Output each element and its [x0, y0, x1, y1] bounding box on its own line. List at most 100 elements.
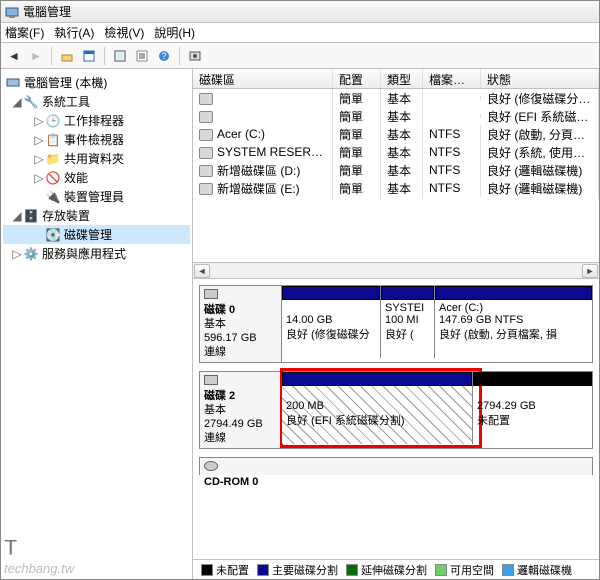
part-name: Acer (C:) [439, 302, 483, 314]
legend-label: 延伸磁碟分割 [361, 562, 427, 578]
expander-icon[interactable]: ▷ [33, 152, 45, 166]
disk-title: 磁碟 2 [204, 389, 277, 403]
legend-extended: 延伸磁碟分割 [346, 562, 427, 578]
menu-help[interactable]: 說明(H) [154, 24, 195, 41]
volume-rows: 簡單基本良好 (修復磁碟分割)簡單基本良好 (EFI 系統磁碟分割)Acer (… [193, 89, 599, 262]
nav-tree[interactable]: 電腦管理 (本機) ◢ 🔧 系統工具 ▷🕒工作排程器 ▷📋事件檢視器 ▷📁共用資… [1, 69, 193, 579]
settings-button[interactable] [186, 47, 204, 65]
column-headers: 磁碟區 配置 類型 檔案系統 狀態 [193, 69, 599, 89]
part-status: 良好 (修復磁碟分 [286, 329, 370, 341]
expander-icon[interactable]: ▷ [11, 247, 23, 261]
event-icon: 📋 [45, 132, 61, 148]
scroll-track[interactable] [211, 264, 581, 278]
scroll-left-button[interactable]: ◄ [194, 264, 210, 278]
back-button[interactable]: ◄ [5, 47, 23, 65]
part-size: 14.00 GB [286, 314, 332, 326]
tree-label: 工作排程器 [64, 112, 124, 129]
tree-task-scheduler[interactable]: ▷🕒工作排程器 [3, 111, 190, 130]
legend-unallocated: 未配置 [201, 562, 249, 578]
list-button[interactable] [133, 47, 151, 65]
legend-primary: 主要磁碟分割 [257, 562, 338, 578]
tree-label: 服務與應用程式 [42, 245, 126, 262]
tree-event-viewer[interactable]: ▷📋事件檢視器 [3, 130, 190, 149]
swatch-icon [502, 564, 514, 576]
menu-view[interactable]: 檢視(V) [104, 24, 144, 41]
clock-icon: 🕒 [45, 113, 61, 129]
legend-free: 可用空間 [435, 562, 494, 578]
disk2-part-unalloc[interactable]: 2794.29 GB 未配置 [472, 372, 592, 444]
tree-label: 磁碟管理 [64, 226, 112, 243]
titlebar[interactable]: 電腦管理 [1, 1, 599, 23]
tree-shared-folders[interactable]: ▷📁共用資料夾 [3, 149, 190, 168]
tree-label: 存放裝置 [42, 207, 90, 224]
disk0-part1[interactable]: 14.00 GB 良好 (修復磁碟分 [282, 286, 380, 358]
legend-label: 邏輯磁碟機 [517, 562, 572, 578]
watermark-logo: T客邦 [4, 530, 61, 562]
part-size: 147.69 GB NTFS [439, 314, 523, 326]
properties-button[interactable] [80, 47, 98, 65]
expander-icon[interactable]: ▷ [33, 114, 45, 128]
primary-stripe [381, 286, 434, 300]
col-layout[interactable]: 配置 [333, 69, 381, 88]
forward-button[interactable]: ► [27, 47, 45, 65]
menu-file[interactable]: 檔案(F) [5, 24, 44, 41]
table-row[interactable]: 新增磁碟區 (E:)簡單基本NTFS良好 (邏輯磁碟機) [193, 179, 599, 197]
perf-icon: 🚫 [45, 170, 61, 186]
volume-icon [199, 183, 213, 195]
window-title: 電腦管理 [23, 3, 71, 20]
expander-icon[interactable]: ▷ [33, 133, 45, 147]
swatch-icon [435, 564, 447, 576]
disk-0[interactable]: 磁碟 0 基本 596.17 GB 連線 14.00 GB 良好 (修復磁碟分 [199, 285, 593, 363]
tree-root[interactable]: 電腦管理 (本機) [3, 73, 190, 92]
table-row[interactable]: 簡單基本良好 (EFI 系統磁碟分割) [193, 107, 599, 125]
tree-disk-management[interactable]: 💽磁碟管理 [3, 225, 190, 244]
col-fs[interactable]: 檔案系統 [423, 69, 481, 88]
services-icon: ⚙️ [23, 246, 39, 262]
device-icon: 🔌 [45, 189, 61, 205]
cdrom-0[interactable]: CD-ROM 0 [199, 457, 593, 475]
disk2-part-efi[interactable]: 200 MB 良好 (EFI 系統磁碟分割) [282, 372, 472, 444]
disk-2[interactable]: 磁碟 2 基本 2794.49 GB 連線 200 MB 良好 (EFI 系統磁… [199, 371, 593, 449]
help-button[interactable]: ? [155, 47, 173, 65]
expander-icon[interactable]: ◢ [11, 95, 23, 109]
tree-performance[interactable]: ▷🚫效能 [3, 168, 190, 187]
horizontal-scrollbar[interactable]: ◄ ► [193, 262, 599, 278]
table-row[interactable]: SYSTEM RESERVED簡單基本NTFS良好 (系統, 使用中, 主要磁 [193, 143, 599, 161]
part-size: 100 MI [385, 314, 419, 326]
disk0-part3[interactable]: Acer (C:) 147.69 GB NTFS 良好 (啟動, 分頁檔案, 損 [434, 286, 592, 358]
up-button[interactable] [58, 47, 76, 65]
disk-state: 連線 [204, 432, 226, 444]
col-type[interactable]: 類型 [381, 69, 423, 88]
disk-0-info: 磁碟 0 基本 596.17 GB 連線 [200, 286, 282, 362]
expander-icon[interactable]: ▷ [33, 171, 45, 185]
cdrom-info: CD-ROM 0 [200, 458, 592, 475]
disk-title: 磁碟 0 [204, 303, 277, 317]
tree-device-manager[interactable]: 🔌裝置管理員 [3, 187, 190, 206]
scroll-right-button[interactable]: ► [582, 264, 598, 278]
toolbar-sep [51, 47, 52, 65]
body: 電腦管理 (本機) ◢ 🔧 系統工具 ▷🕒工作排程器 ▷📋事件檢視器 ▷📁共用資… [1, 69, 599, 579]
tree-services-apps[interactable]: ▷ ⚙️ 服務與應用程式 [3, 244, 190, 263]
col-status[interactable]: 狀態 [481, 69, 599, 88]
disk0-part2[interactable]: SYSTEI 100 MI 良好 ( [380, 286, 434, 358]
table-row[interactable]: 簡單基本良好 (修復磁碟分割) [193, 89, 599, 107]
expander-icon[interactable]: ◢ [11, 209, 23, 223]
computer-icon [5, 75, 21, 91]
table-row[interactable]: 新增磁碟區 (D:)簡單基本NTFS良好 (邏輯磁碟機) [193, 161, 599, 179]
volume-icon [199, 165, 213, 177]
watermark-url: techbang.tw [4, 561, 74, 576]
refresh-button[interactable] [111, 47, 129, 65]
legend-label: 主要磁碟分割 [272, 562, 338, 578]
col-volume[interactable]: 磁碟區 [193, 69, 333, 88]
legend: 未配置 主要磁碟分割 延伸磁碟分割 可用空間 邏輯磁碟機 [193, 559, 599, 579]
menu-action[interactable]: 執行(A) [54, 24, 94, 41]
tree-storage[interactable]: ◢ 🗄️ 存放裝置 [3, 206, 190, 225]
table-row[interactable]: Acer (C:)簡單基本NTFS良好 (啟動, 分頁檔案, 損毀傾 [193, 125, 599, 143]
svg-text:?: ? [161, 51, 166, 61]
part-status: 良好 (啟動, 分頁檔案, 損 [439, 329, 557, 341]
unallocated-stripe [473, 372, 592, 386]
toolbar: ◄ ► ? [1, 43, 599, 69]
swatch-icon [346, 564, 358, 576]
tree-label: 事件檢視器 [64, 131, 124, 148]
tree-system-tools[interactable]: ◢ 🔧 系統工具 [3, 92, 190, 111]
